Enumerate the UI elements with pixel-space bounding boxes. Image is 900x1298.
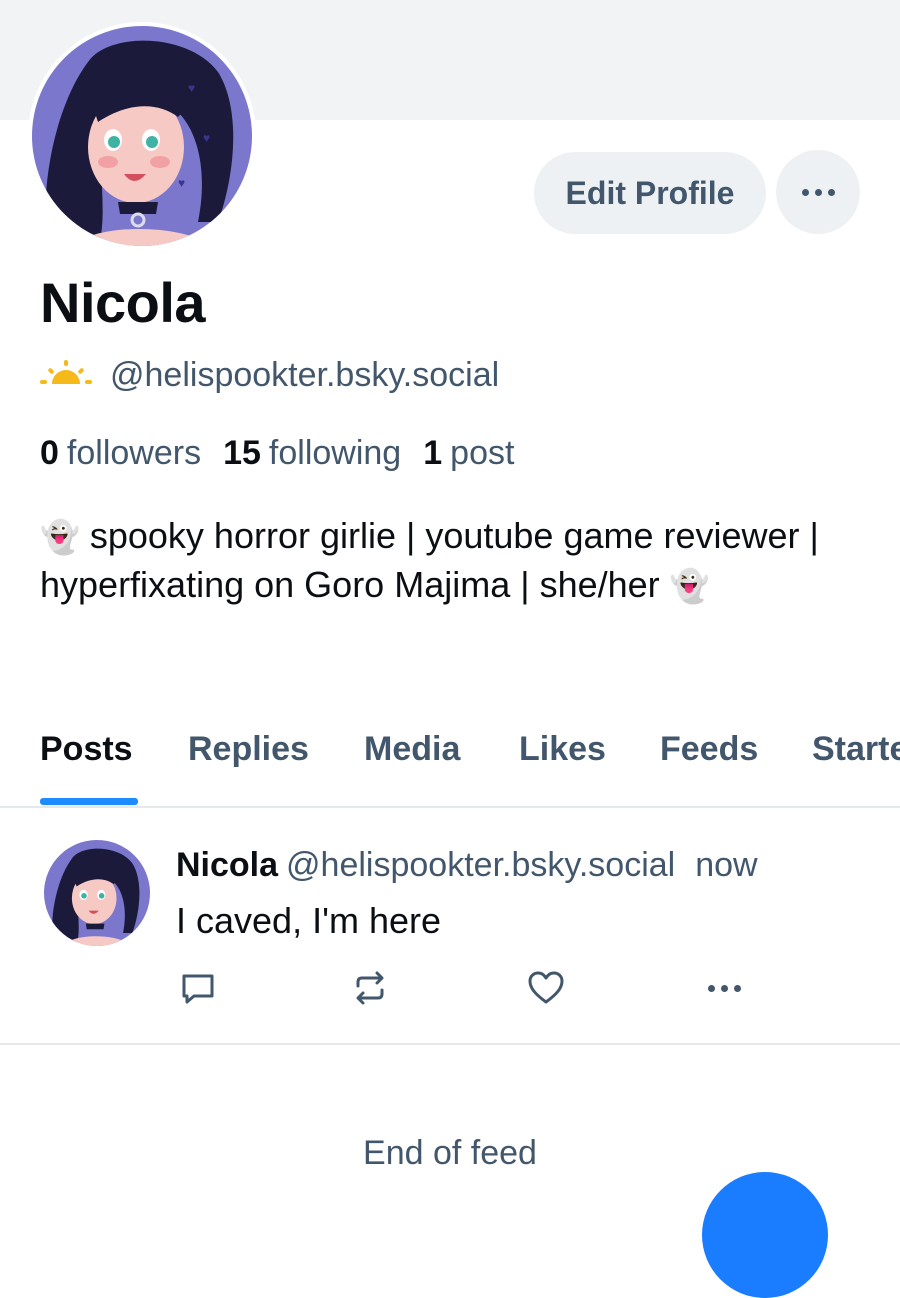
profile-bio: 👻 spooky horror girlie | youtube game re… — [40, 512, 860, 610]
svg-text:♥: ♥ — [203, 131, 210, 145]
feed-post[interactable]: Nicola @helispookter.bsky.social now I cav… — [0, 808, 900, 1044]
following-stat[interactable]: 15 following — [223, 434, 401, 473]
reply-button[interactable] — [176, 966, 220, 1010]
profile-stats: 0 followers 15 following 1 post — [40, 434, 514, 473]
ghost-emoji-icon: 👻 — [669, 568, 710, 604]
edit-profile-button[interactable]: Edit Profile — [534, 152, 766, 234]
tab-replies[interactable]: Replies — [188, 730, 309, 769]
posts-stat: 1 post — [423, 434, 515, 472]
compose-button[interactable] — [702, 1172, 828, 1298]
svg-text:♥: ♥ — [188, 81, 195, 95]
post-more-button[interactable] — [702, 966, 746, 1010]
repost-button[interactable] — [348, 966, 392, 1010]
post-handle[interactable]: @helispookter.bsky.social — [286, 846, 675, 884]
reply-icon — [182, 974, 214, 1004]
sun-emoji-icon — [40, 358, 92, 393]
like-button[interactable] — [524, 966, 568, 1010]
svg-text:♥: ♥ — [178, 176, 185, 190]
tab-likes[interactable]: Likes — [519, 730, 606, 769]
tab-starter-packs[interactable]: Starter Packs — [812, 730, 900, 769]
profile-tabs: Posts Replies Media Likes Feeds Starter … — [0, 722, 900, 806]
ghost-emoji-icon: 👻 — [40, 519, 80, 555]
tab-feeds[interactable]: Feeds — [660, 730, 758, 769]
post-author[interactable]: Nicola — [176, 846, 278, 884]
divider — [0, 1043, 900, 1045]
post-text: I caved, I'm here — [176, 900, 441, 941]
profile-avatar[interactable]: ♥ ♥ ♥ — [28, 22, 256, 250]
end-of-feed-label: End of feed — [363, 1134, 537, 1172]
profile-more-button[interactable] — [776, 150, 860, 234]
post-header: Nicola @helispookter.bsky.social now — [176, 846, 758, 885]
tab-media[interactable]: Media — [364, 730, 460, 769]
followers-stat[interactable]: 0 followers — [40, 434, 201, 473]
profile-handle[interactable]: @helispookter.bsky.social — [110, 356, 499, 395]
post-timestamp[interactable]: now — [695, 846, 757, 884]
profile-handle-row: @helispookter.bsky.social — [40, 356, 499, 395]
more-options-icon — [707, 984, 741, 992]
tab-posts[interactable]: Posts — [40, 730, 133, 769]
active-tab-indicator — [40, 798, 138, 805]
more-options-icon — [801, 188, 835, 196]
post-actions — [176, 966, 756, 1010]
repost-icon — [356, 971, 384, 1005]
heart-icon — [528, 971, 564, 1004]
profile-name: Nicola — [40, 271, 206, 334]
post-avatar[interactable] — [44, 840, 150, 946]
